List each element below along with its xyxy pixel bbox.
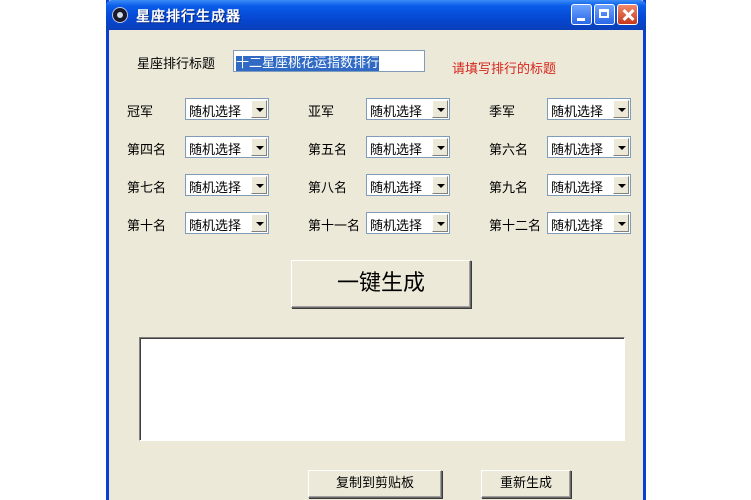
chevron-down-icon[interactable] <box>613 214 629 232</box>
rank-select-7[interactable]: 随机选择 <box>185 174 269 196</box>
rank-select-12[interactable]: 随机选择 <box>547 212 631 234</box>
rank-label-4: 第四名 <box>127 143 167 158</box>
rank-select-9[interactable]: 随机选择 <box>547 174 631 196</box>
rank-label-6: 第六名 <box>489 143 529 158</box>
rank-label-1: 冠军 <box>127 105 154 120</box>
rank-label-8: 第八名 <box>308 181 348 196</box>
rank-select-11[interactable]: 随机选择 <box>366 212 450 234</box>
chevron-down-icon[interactable] <box>432 138 448 156</box>
zodiac-icon <box>112 7 128 23</box>
title-bar[interactable]: 星座排行生成器 <box>106 0 646 30</box>
rank-label-5: 第五名 <box>308 143 348 158</box>
window-title: 星座排行生成器 <box>136 9 241 25</box>
rank-label-7: 第七名 <box>127 181 167 196</box>
rank-select-3[interactable]: 随机选择 <box>547 98 631 120</box>
rank-label-3: 季军 <box>489 105 516 120</box>
chevron-down-icon[interactable] <box>251 138 267 156</box>
rank-select-5[interactable]: 随机选择 <box>366 136 450 158</box>
title-input[interactable]: 十二星座桃花运指数排行 <box>233 50 425 72</box>
app-window: 星座排行生成器 星座排行标题 十二星座桃花运指数排行 请填写排行的标题 冠军 随… <box>106 0 646 500</box>
chevron-down-icon[interactable] <box>432 176 448 194</box>
rank-select-8[interactable]: 随机选择 <box>366 174 450 196</box>
title-input-value: 十二星座桃花运指数排行 <box>236 56 380 71</box>
chevron-down-icon[interactable] <box>613 100 629 118</box>
title-field-label: 星座排行标题 <box>137 57 216 72</box>
chevron-down-icon[interactable] <box>432 214 448 232</box>
copy-to-clipboard-button[interactable]: 复制到剪贴板 <box>308 470 442 498</box>
rank-select-1[interactable]: 随机选择 <box>185 98 269 120</box>
maximize-icon[interactable] <box>594 4 615 25</box>
output-textarea[interactable] <box>139 337 625 441</box>
minimize-icon[interactable] <box>571 4 592 25</box>
chevron-down-icon[interactable] <box>251 100 267 118</box>
regenerate-button[interactable]: 重新生成 <box>481 470 571 498</box>
chevron-down-icon[interactable] <box>432 100 448 118</box>
close-icon[interactable] <box>617 4 638 25</box>
rank-select-10[interactable]: 随机选择 <box>185 212 269 234</box>
rank-label-2: 亚军 <box>308 105 335 120</box>
rank-select-4[interactable]: 随机选择 <box>185 136 269 158</box>
chevron-down-icon[interactable] <box>251 176 267 194</box>
rank-select-2[interactable]: 随机选择 <box>366 98 450 120</box>
rank-label-10: 第十名 <box>127 219 167 234</box>
chevron-down-icon[interactable] <box>251 214 267 232</box>
rank-label-11: 第十一名 <box>308 219 361 234</box>
generate-button[interactable]: 一键生成 <box>291 260 471 308</box>
rank-label-12: 第十二名 <box>489 219 542 234</box>
rank-label-9: 第九名 <box>489 181 529 196</box>
rank-select-6[interactable]: 随机选择 <box>547 136 631 158</box>
title-hint: 请填写排行的标题 <box>452 62 557 77</box>
chevron-down-icon[interactable] <box>613 138 629 156</box>
chevron-down-icon[interactable] <box>613 176 629 194</box>
